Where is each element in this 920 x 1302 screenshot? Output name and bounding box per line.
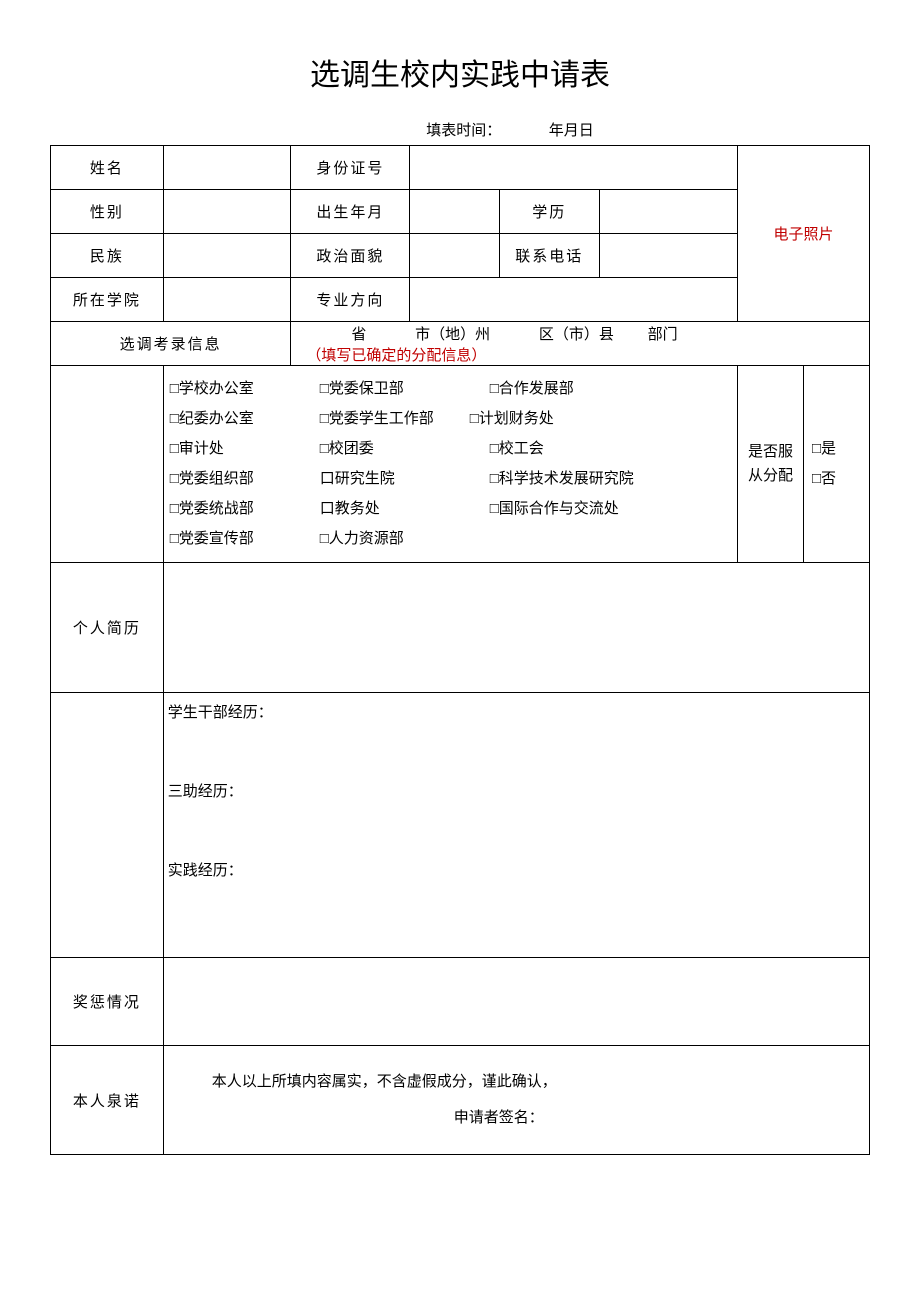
field-major[interactable] — [410, 278, 738, 322]
experience-cadre-label: 学生干部经历： — [168, 701, 865, 722]
field-resume[interactable] — [163, 563, 869, 693]
dept-item[interactable]: □党委学生工作部 — [320, 404, 490, 434]
field-idnumber[interactable] — [410, 146, 738, 190]
examinfo-city: 市（地）州 — [370, 323, 490, 344]
label-gender: 性别 — [51, 190, 164, 234]
table-row: □学校办公室 □党委保卫部 □合作发展部 □纪委办公室 □党委学生工作部 □计划… — [51, 366, 870, 563]
dept-item[interactable] — [490, 524, 720, 554]
label-birthdate: 出生年月 — [291, 190, 410, 234]
fill-time-label: 填表时间： — [426, 119, 501, 140]
option-no[interactable]: □否 — [812, 464, 865, 494]
field-college[interactable] — [163, 278, 291, 322]
fill-time-line: 填表时间： 年月日 — [150, 119, 870, 140]
label-departments-empty — [51, 366, 164, 563]
photo-placeholder[interactable]: 电子照片 — [738, 146, 870, 322]
dept-item[interactable]: □人力资源部 — [320, 524, 490, 554]
field-gender[interactable] — [163, 190, 291, 234]
field-experience[interactable]: 学生干部经历： 三助经历： 实践经历： — [163, 693, 869, 958]
label-experience-empty — [51, 693, 164, 958]
dept-item[interactable]: □党委统战部 — [170, 494, 320, 524]
page-title: 选调生校内实践中请表 — [50, 50, 870, 94]
table-row: 选调考录信息 省 市（地）州 区（市）县 部门 （填写已确定的分配信息） — [51, 322, 870, 366]
field-phone[interactable] — [599, 234, 737, 278]
field-birthdate[interactable] — [410, 190, 499, 234]
table-row: 学生干部经历： 三助经历： 实践经历： — [51, 693, 870, 958]
table-row: 个人简历 — [51, 563, 870, 693]
field-examinfo[interactable]: 省 市（地）州 区（市）县 部门 （填写已确定的分配信息） — [291, 322, 870, 366]
dept-item[interactable]: □党委宣传部 — [170, 524, 320, 554]
confirm-text: 本人以上所填内容属实，不含虚假成分，谨此确认， — [174, 1064, 859, 1100]
field-education[interactable] — [599, 190, 737, 234]
field-ethnicity[interactable] — [163, 234, 291, 278]
label-major: 专业方向 — [291, 278, 410, 322]
table-row: 姓名 身份证号 电子照片 — [51, 146, 870, 190]
dept-item[interactable]: □纪委办公室 — [170, 404, 320, 434]
examinfo-district: 区（市）县 — [494, 323, 614, 344]
label-idnumber: 身份证号 — [291, 146, 410, 190]
label-obey-assign: 是否服从分配 — [738, 366, 804, 563]
dept-item[interactable]: □校团委 — [320, 434, 490, 464]
label-resume: 个人简历 — [51, 563, 164, 693]
dept-item[interactable]: □国际合作与交流处 — [490, 494, 720, 524]
dept-item[interactable]: □学校办公室 — [170, 374, 320, 404]
dept-item[interactable]: □合作发展部 — [490, 374, 720, 404]
label-promise: 本人泉诺 — [51, 1046, 164, 1155]
dept-item[interactable]: 口研究生院 — [320, 464, 490, 494]
examinfo-dept: 部门 — [618, 323, 678, 344]
dept-item[interactable]: □科学技术发展研究院 — [490, 464, 720, 494]
dept-item[interactable]: □党委组织部 — [170, 464, 320, 494]
table-row: 奖惩情况 — [51, 958, 870, 1046]
dept-item[interactable]: □计划财务处 — [470, 404, 700, 434]
field-awards[interactable] — [163, 958, 869, 1046]
field-promise[interactable]: 本人以上所填内容属实，不含虚假成分，谨此确认， 申请者签名： — [163, 1046, 869, 1155]
label-education: 学历 — [499, 190, 599, 234]
label-name: 姓名 — [51, 146, 164, 190]
field-political[interactable] — [410, 234, 499, 278]
table-row: 本人泉诺 本人以上所填内容属实，不含虚假成分，谨此确认， 申请者签名： — [51, 1046, 870, 1155]
application-form-table: 姓名 身份证号 电子照片 性别 出生年月 学历 民族 政治面貌 联系电话 所在学… — [50, 145, 870, 1155]
examinfo-hint: （填写已确定的分配信息） — [306, 348, 486, 364]
signature-label: 申请者签名： — [174, 1100, 859, 1136]
examinfo-province: 省 — [306, 323, 366, 344]
field-name[interactable] — [163, 146, 291, 190]
dept-item[interactable]: □党委保卫部 — [320, 374, 490, 404]
experience-sanzhu-label: 三助经历： — [168, 780, 865, 801]
label-phone: 联系电话 — [499, 234, 599, 278]
label-awards: 奖惩情况 — [51, 958, 164, 1046]
label-college: 所在学院 — [51, 278, 164, 322]
label-examinfo: 选调考录信息 — [51, 322, 291, 366]
experience-practice-label: 实践经历： — [168, 859, 865, 880]
fill-time-format: 年月日 — [549, 119, 594, 140]
option-yes[interactable]: □是 — [812, 434, 865, 464]
dept-item[interactable]: □校工会 — [490, 434, 720, 464]
department-options[interactable]: □学校办公室 □党委保卫部 □合作发展部 □纪委办公室 □党委学生工作部 □计划… — [163, 366, 737, 563]
label-ethnicity: 民族 — [51, 234, 164, 278]
field-obey-assign[interactable]: □是 □否 — [803, 366, 869, 563]
label-political: 政治面貌 — [291, 234, 410, 278]
dept-item[interactable]: □审计处 — [170, 434, 320, 464]
dept-item[interactable]: 口教务处 — [320, 494, 490, 524]
